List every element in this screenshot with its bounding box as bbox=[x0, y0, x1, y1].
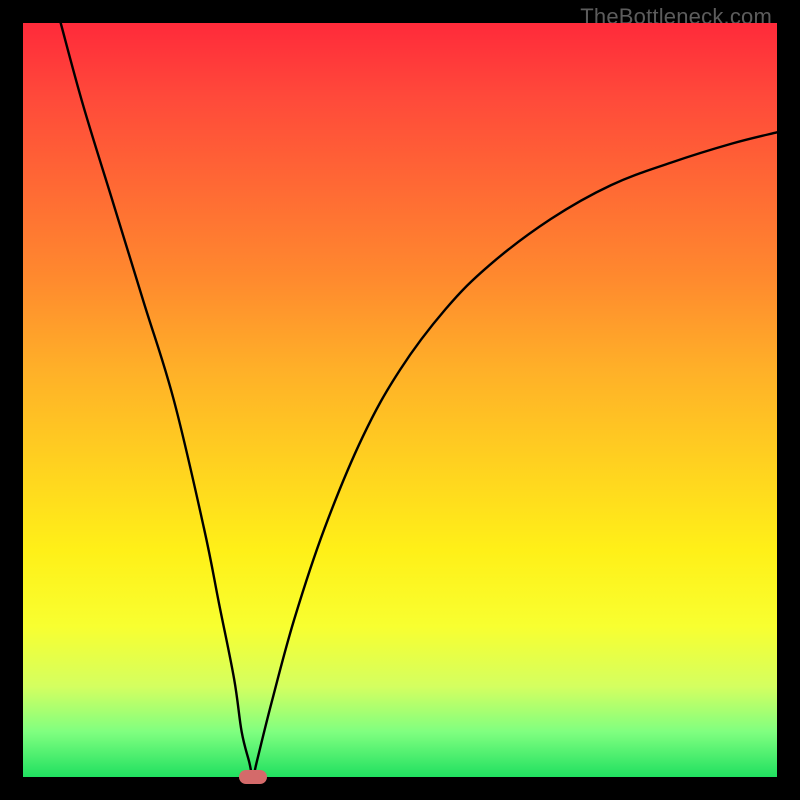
plot-area bbox=[23, 23, 777, 777]
bottleneck-curve bbox=[61, 23, 777, 777]
curve-svg bbox=[23, 23, 777, 777]
minimum-marker bbox=[239, 770, 267, 784]
chart-frame: TheBottleneck.com bbox=[0, 0, 800, 800]
